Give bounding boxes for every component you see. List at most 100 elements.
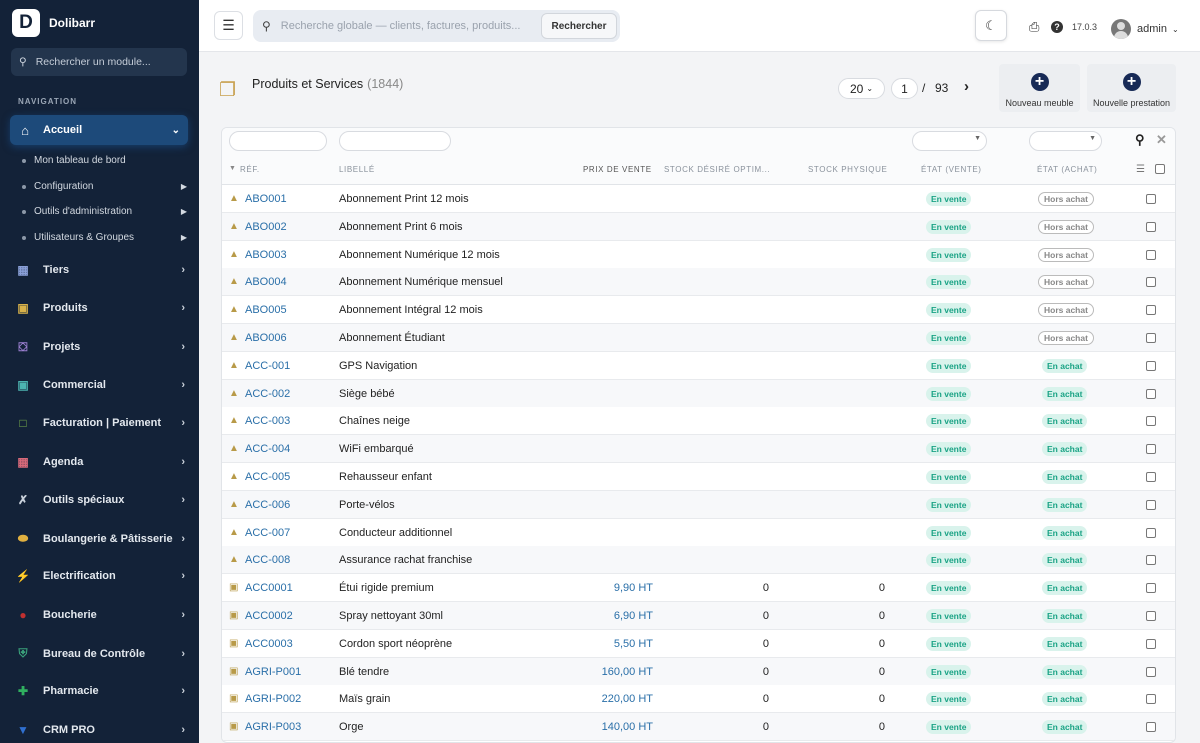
row-checkbox[interactable] [1146,305,1156,316]
row-ref-link[interactable]: ACC0003 [245,638,293,650]
row-checkbox[interactable] [1146,638,1156,649]
sidebar-item[interactable]: □ Facturation | Paiement › [15,416,185,430]
sidebar-item[interactable]: ⬬ Boulangerie & Pâtisserie › [15,531,185,546]
sidebar-item[interactable]: ✗ Outils spéciaux › [15,493,185,507]
table-row[interactable]: ▣ ACC0001 Étui rigide premium 9,90 HT 0 0 En v… [222,574,1175,603]
row-ref-link[interactable]: AGRI-P001 [245,666,301,678]
row-ref-link[interactable]: ACC-002 [245,388,290,400]
sidebar-item[interactable]: ⛋ Projets › [15,340,185,355]
submenu-item[interactable]: Mon tableau de bord [22,155,187,166]
menu-toggle-button[interactable]: ☰ [214,11,243,40]
row-checkbox[interactable] [1146,472,1156,482]
row-checkbox[interactable] [1146,611,1156,621]
submenu-item[interactable]: Utilisateurs & Groupes ▶ [22,232,187,243]
submenu-item[interactable]: Outils d'administration ▶ [22,206,187,217]
row-checkbox[interactable] [1146,333,1156,343]
row-ref-link[interactable]: ACC-001 [245,360,290,372]
row-ref-link[interactable]: ACC0001 [245,582,293,594]
table-row[interactable]: ▲ ACC-007 Conducteur additionnel En vente En… [222,518,1175,547]
sidebar-item[interactable]: ✚ Pharmacie › [15,684,185,698]
table-row[interactable]: ▲ ABO002 Abonnement Print 6 mois En vente Ho… [222,212,1175,241]
user-menu[interactable]: admin ⌄ [1111,19,1179,39]
table-row[interactable]: ▣ ACC0003 Cordon sport néoprène 5,50 HT 0 0 En… [222,629,1175,658]
row-checkbox[interactable] [1146,416,1156,427]
search-button[interactable]: Rechercher [541,13,617,39]
filter-buy-select[interactable]: ▼ [1029,131,1102,151]
row-ref-link[interactable]: ABO005 [245,304,287,316]
per-page-select[interactable]: 20 ⌄ [838,78,885,99]
sidebar-item-accueil[interactable]: ⌂ Accueil ⌄ [10,115,188,145]
row-ref-link[interactable]: ACC-007 [245,527,290,539]
brand[interactable]: D Dolibarr [12,9,95,37]
row-checkbox[interactable] [1146,360,1156,371]
new-service-button[interactable]: + Nouvelle prestation [1087,64,1176,112]
dark-mode-button[interactable]: ☾ [975,10,1007,41]
sidebar-item[interactable]: ⚡ Electrification › [15,569,185,583]
table-row[interactable]: ▣ AGRI-P002 Maïs grain 220,00 HT 0 0 En vente E… [222,685,1175,714]
table-row[interactable]: ▣ ACC0002 Spray nettoyant 30ml 6,90 HT 0 0 En … [222,602,1175,630]
row-ref-link[interactable]: ACC-006 [245,499,290,511]
row-ref-link[interactable]: ACC-005 [245,471,290,483]
table-row[interactable]: ▲ ABO006 Abonnement Étudiant En vente Hors a… [222,324,1175,352]
row-checkbox[interactable] [1146,388,1156,399]
table-row[interactable]: ▲ ACC-006 Porte-vélos En vente En achat [222,490,1175,519]
next-page-button[interactable]: › [964,78,969,95]
new-product-button[interactable]: + Nouveau meuble [999,64,1080,112]
row-checkbox[interactable] [1146,277,1156,288]
row-ref-link[interactable]: ABO001 [245,193,287,205]
sidebar-item[interactable]: ▦ Agenda › [15,455,185,469]
header-state-buy[interactable]: ÉTAT (ACHAT) [1037,165,1097,174]
row-checkbox[interactable] [1146,666,1156,677]
sidebar-item[interactable]: ● Boucherie › [15,608,185,622]
header-stock-desired[interactable]: STOCK DÉSIRÉ OPTIM... [664,165,770,174]
row-checkbox[interactable] [1146,583,1156,594]
row-ref-link[interactable]: ACC-004 [245,443,290,455]
table-row[interactable]: ▲ ACC-003 Chaînes neige En vente En achat [222,407,1175,436]
header-stock-physical[interactable]: STOCK PHYSIQUE [808,165,887,174]
close-icon[interactable]: ✕ [1156,132,1167,148]
row-checkbox[interactable] [1146,221,1156,232]
row-ref-link[interactable]: ABO004 [245,276,287,288]
select-all-checkbox[interactable] [1155,164,1165,174]
row-checkbox[interactable] [1146,694,1156,705]
sidebar-item[interactable]: ▣ Commercial › [15,378,185,392]
table-row[interactable]: ▲ ABO003 Abonnement Numérique 12 mois En ve… [222,240,1175,269]
table-row[interactable]: ▲ ABO001 Abonnement Print 12 mois En vente H… [222,185,1175,213]
row-ref-link[interactable]: ACC0002 [245,610,293,622]
header-price[interactable]: PRIX DE VENTE [583,165,652,174]
table-row[interactable]: ▲ ACC-008 Assurance rachat franchise En ven… [222,546,1175,575]
row-checkbox[interactable] [1146,444,1156,455]
row-checkbox[interactable] [1146,194,1156,204]
table-row[interactable]: ▲ ACC-002 Siège bébé En vente En achat [222,379,1175,408]
filter-ref-input[interactable] [229,131,327,151]
sort-desc-icon[interactable]: ▼ [229,165,236,172]
row-checkbox[interactable] [1146,722,1156,733]
row-checkbox[interactable] [1146,555,1156,566]
table-row[interactable]: ▲ ACC-004 WiFi embarqué En vente En achat [222,435,1175,464]
header-label[interactable]: LIBELLÉ [339,165,375,174]
row-ref-link[interactable]: ACC-008 [245,554,290,566]
table-row[interactable]: ▲ ABO005 Abonnement Intégral 12 mois En ven… [222,296,1175,325]
row-ref-link[interactable]: ACC-003 [245,415,290,427]
filter-sell-select[interactable]: ▼ [912,131,987,151]
table-row[interactable]: ▣ AGRI-P003 Orge 140,00 HT 0 0 En vente En acha… [222,713,1175,742]
row-checkbox[interactable] [1146,527,1156,538]
row-ref-link[interactable]: AGRI-P003 [245,721,301,733]
header-state-sell[interactable]: ÉTAT (VENTE) [921,165,982,174]
submenu-item[interactable]: Configuration ▶ [22,181,187,192]
table-row[interactable]: ▲ ACC-001 GPS Navigation En vente En achat [222,351,1175,380]
module-search-input[interactable]: ⚲ Rechercher un module... [11,48,187,76]
column-list-icon[interactable]: ☰ [1136,164,1145,175]
row-ref-link[interactable]: ABO002 [245,221,287,233]
sidebar-item[interactable]: ⛨ Bureau de Contrôle › [15,646,185,661]
help-icon[interactable]: ? [1051,21,1063,33]
global-search-input[interactable] [280,20,521,32]
sidebar-item[interactable]: ▼ CRM PRO › [15,723,185,737]
row-ref-link[interactable]: ABO003 [245,249,287,261]
row-ref-link[interactable]: ABO006 [245,332,287,344]
sidebar-item[interactable]: ▣ Produits › [15,301,185,315]
table-row[interactable]: ▲ ABO004 Abonnement Numérique mensuel En ve… [222,268,1175,297]
table-row[interactable]: ▲ ACC-005 Rehausseur enfant En vente En acha… [222,463,1175,491]
row-checkbox[interactable] [1146,249,1156,260]
header-ref[interactable]: RÉF. [240,165,260,174]
